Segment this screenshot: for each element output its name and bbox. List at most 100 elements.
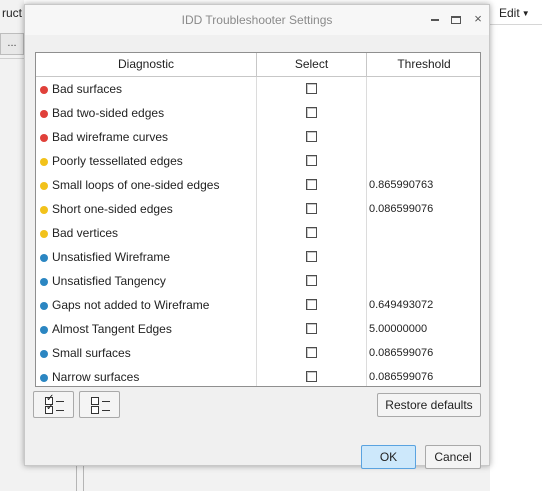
table-row[interactable]: Poorly tessellated edges [36,149,480,173]
table-row[interactable]: Narrow surfaces 0.086599076 [36,365,480,386]
threshold-cell[interactable]: 0.086599076 [367,365,480,386]
select-checkbox[interactable] [306,251,317,262]
diagnostic-label: Bad wireframe curves [52,130,169,144]
table-row[interactable]: Almost Tangent Edges 5.00000000 [36,317,480,341]
threshold-cell[interactable]: 0.086599076 [367,341,480,365]
table-row[interactable]: Short one-sided edges 0.086599076 [36,197,480,221]
maximize-icon [451,15,461,24]
diagnostic-label: Bad two-sided edges [52,106,165,120]
background-more-button[interactable]: ... [0,33,24,55]
edit-menu[interactable]: Edit ▼ [499,6,530,20]
dialog-titlebar[interactable]: IDD Troubleshooter Settings × [25,5,489,35]
status-dot-icon [40,134,48,142]
threshold-cell[interactable] [367,221,480,245]
threshold-cell[interactable]: 0.086599076 [367,197,480,221]
diagnostic-cell: Gaps not added to Wireframe [36,293,257,317]
table-row[interactable]: Unsatisfied Wireframe [36,245,480,269]
status-dot-icon [40,86,48,94]
diagnostic-cell: Almost Tangent Edges [36,317,257,341]
restore-defaults-button[interactable]: Restore defaults [377,393,481,417]
diagnostic-label: Short one-sided edges [52,202,173,216]
background-app-right: Edit ▼ [490,0,542,491]
table-row[interactable]: Bad two-sided edges [36,101,480,125]
column-header-select[interactable]: Select [257,53,367,76]
status-dot-icon [40,230,48,238]
table-header: Diagnostic Select Threshold [36,53,480,77]
threshold-cell[interactable] [367,149,480,173]
diagnostic-cell: Bad two-sided edges [36,101,257,125]
select-cell [257,293,367,317]
cancel-button[interactable]: Cancel [425,445,481,469]
background-divider [76,466,77,491]
close-button[interactable]: × [468,9,488,29]
diagnostic-label: Unsatisfied Tangency [52,274,166,288]
threshold-cell[interactable]: 0.865990763 [367,173,480,197]
select-checkbox[interactable] [306,275,317,286]
select-cell [257,365,367,386]
select-cell [257,149,367,173]
table-row[interactable]: Bad surfaces [36,77,480,101]
table-row[interactable]: Unsatisfied Tangency [36,269,480,293]
diagnostic-cell: Poorly tessellated edges [36,149,257,173]
diagnostic-cell: Short one-sided edges [36,197,257,221]
table-row[interactable]: Small surfaces 0.086599076 [36,341,480,365]
minimize-icon [431,18,439,21]
diagnostic-cell: Unsatisfied Wireframe [36,245,257,269]
threshold-cell[interactable] [367,269,480,293]
status-dot-icon [40,254,48,262]
background-divider [490,24,542,25]
table-row[interactable]: Small loops of one-sided edges 0.86599076… [36,173,480,197]
diagnostic-cell: Bad surfaces [36,77,257,101]
select-checkbox[interactable] [306,131,317,142]
select-checkbox[interactable] [306,179,317,190]
edit-menu-label: Edit [499,6,520,20]
column-header-threshold[interactable]: Threshold [367,53,480,76]
status-dot-icon [40,182,48,190]
diagnostic-label: Small surfaces [52,346,131,360]
select-checkbox[interactable] [306,83,317,94]
diagnostic-cell: Bad vertices [36,221,257,245]
table-row[interactable]: Bad wireframe curves [36,125,480,149]
threshold-cell[interactable] [367,245,480,269]
select-all-button[interactable]: ✓ ✓ [33,391,74,418]
select-checkbox[interactable] [306,107,317,118]
column-header-diagnostic[interactable]: Diagnostic [36,53,257,76]
background-tab-fragment: ruct [2,6,23,20]
status-dot-icon [40,326,48,334]
threshold-cell[interactable] [367,101,480,125]
table-row[interactable]: Bad vertices [36,221,480,245]
threshold-cell[interactable]: 0.649493072 [367,293,480,317]
diagnostic-label: Small loops of one-sided edges [52,178,220,192]
table-body: Bad surfaces Bad two-sided edges Bad wiref… [36,77,480,386]
diagnostic-label: Bad vertices [52,226,119,240]
threshold-cell[interactable] [367,77,480,101]
diagnostic-label: Almost Tangent Edges [52,322,172,336]
status-dot-icon [40,278,48,286]
diagnostics-table: Diagnostic Select Threshold Bad surfaces… [35,52,481,387]
select-cell [257,101,367,125]
threshold-cell[interactable] [367,125,480,149]
diagnostic-label: Poorly tessellated edges [52,154,183,168]
maximize-button[interactable] [446,9,466,29]
select-cell [257,77,367,101]
deselect-all-button[interactable] [79,391,120,418]
select-cell [257,125,367,149]
select-checkbox[interactable] [306,155,317,166]
minimize-button[interactable] [425,9,445,29]
status-dot-icon [40,374,48,382]
diagnostic-label: Gaps not added to Wireframe [52,298,210,312]
select-checkbox[interactable] [306,299,317,310]
threshold-cell[interactable]: 5.00000000 [367,317,480,341]
diagnostic-label: Unsatisfied Wireframe [52,250,171,264]
ok-button[interactable]: OK [361,445,416,469]
select-checkbox[interactable] [306,323,317,334]
table-row[interactable]: Gaps not added to Wireframe 0.649493072 [36,293,480,317]
diagnostic-cell: Small loops of one-sided edges [36,173,257,197]
select-checkbox[interactable] [306,371,317,382]
select-checkbox[interactable] [306,227,317,238]
status-dot-icon [40,158,48,166]
diagnostic-cell: Unsatisfied Tangency [36,269,257,293]
select-cell [257,173,367,197]
select-checkbox[interactable] [306,203,317,214]
select-checkbox[interactable] [306,347,317,358]
